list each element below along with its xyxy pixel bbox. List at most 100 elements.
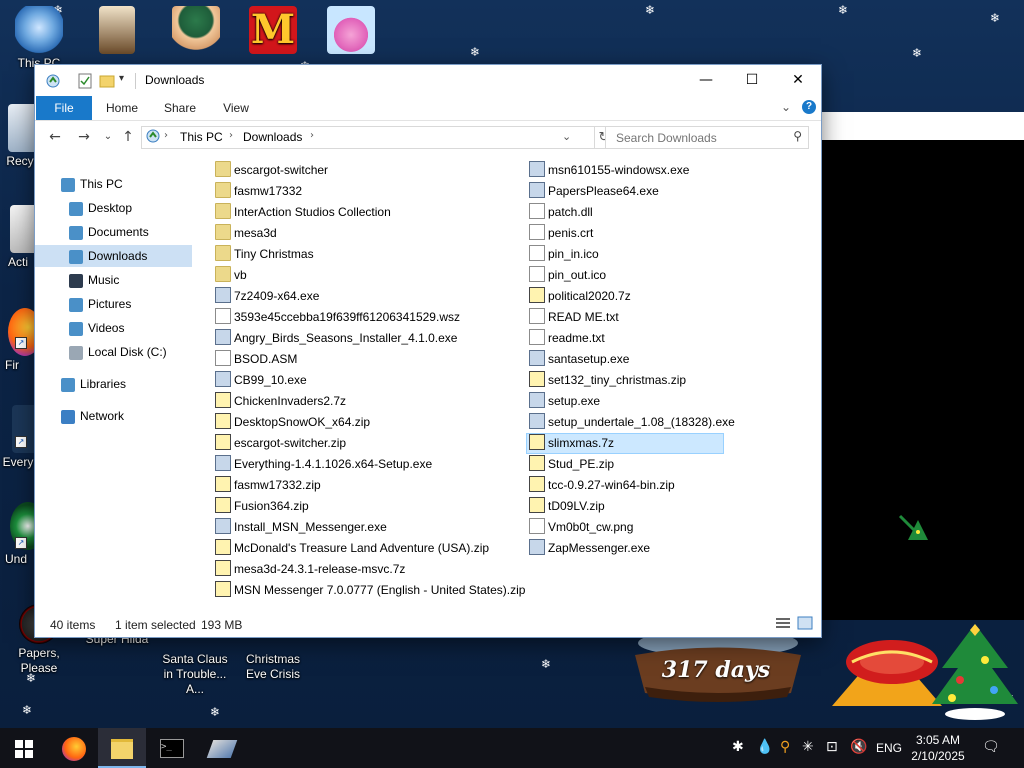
file-item[interactable]: PapersPlease64.exe [527,182,659,201]
title-bar[interactable]: ▾ Downloads — ☐ ✕ [35,65,821,96]
file-item[interactable]: ChickenInvaders2.7z [213,392,346,411]
breadcrumb-this-pc[interactable]: This PC [180,130,223,144]
file-item[interactable]: ZapMessenger.exe [527,539,650,558]
address-dropdown-icon[interactable]: ⌄ [562,130,571,143]
file-item[interactable]: penis.crt [527,224,593,243]
sidebar-item[interactable]: Desktop [69,197,132,219]
details-view-icon[interactable] [775,616,791,633]
expand-ribbon-icon[interactable]: ⌄ [781,100,791,114]
file-item[interactable]: 3593e45ccebba19f639ff61206341529.wsz [213,308,460,327]
file-item[interactable]: Stud_PE.zip [527,455,614,474]
file-item[interactable]: BSOD.ASM [213,350,297,369]
file-item[interactable]: pin_in.ico [527,245,599,264]
up-button[interactable]: ↑ [119,128,137,146]
file-item[interactable]: tcc-0.9.27-win64-bin.zip [527,476,675,495]
recent-locations-dropdown[interactable]: ⌄ [99,128,117,146]
desktop-icon-top-1[interactable] [78,6,156,56]
file-item[interactable]: Tiny Christmas [213,245,314,264]
desktop-icon-santa-claus[interactable]: Santa Claus in Trouble... A... [156,652,234,697]
file-item[interactable]: MSN Messenger 7.0.0777 (English - United… [213,581,525,600]
file-item[interactable]: fasmw17332.zip [213,476,321,495]
sidebar-item[interactable]: Network [61,405,124,427]
file-item[interactable]: pin_out.ico [527,266,606,285]
tray-network-icon[interactable]: ✱ [732,739,744,755]
pictures-icon [69,297,83,312]
search-box[interactable]: ⚲ [605,126,809,149]
file-item[interactable]: mesa3d [213,224,277,243]
file-item[interactable]: setup_undertale_1.08_(18328).exe [527,413,735,432]
file-name: ChickenInvaders2.7z [234,394,347,408]
taskbar-command-prompt[interactable]: >_ [148,728,196,768]
file-item[interactable]: fasmw17332 [213,182,302,201]
help-icon[interactable]: ? [802,100,816,114]
back-button[interactable]: ← [46,128,64,146]
start-button[interactable] [0,728,48,768]
forward-button[interactable]: → [75,128,93,146]
notifications-icon[interactable]: 🗨 [982,739,1000,755]
language-indicator[interactable]: ENG [876,741,902,755]
file-item[interactable]: Everything-1.4.1.1026.x64-Setup.exe [213,455,432,474]
file-item[interactable]: escargot-switcher [213,161,328,180]
file-item[interactable]: political2020.7z [527,287,631,306]
maximize-button[interactable]: ☐ [729,65,775,96]
tray-connection-icon[interactable]: ⊡ [826,739,838,755]
file-item[interactable]: DesktopSnowOK_x64.zip [213,413,370,432]
file-item[interactable]: Angry_Birds_Seasons_Installer_4.1.0.exe [213,329,457,348]
file-item[interactable]: Fusion364.zip [213,497,309,516]
desktop-icon-top-4[interactable] [312,6,390,56]
file-item[interactable]: slimxmas.7z [526,433,724,454]
file-item[interactable]: vb [213,266,247,285]
tray-search-icon[interactable]: ⚲ [780,739,790,755]
tray-volume-muted-icon[interactable]: 🔇 [850,739,867,755]
file-item[interactable]: 7z2409-x64.exe [213,287,319,306]
desktop-icon-top-2[interactable] [157,6,235,56]
search-input[interactable] [614,127,788,148]
sidebar-item[interactable]: Pictures [69,293,131,315]
large-icons-view-icon[interactable] [797,616,813,633]
tab-view[interactable]: View [211,96,261,120]
new-folder-icon[interactable] [99,73,115,89]
file-item[interactable]: readme.txt [527,329,605,348]
file-item[interactable]: escargot-switcher.zip [213,434,346,453]
file-item[interactable]: santasetup.exe [527,350,629,369]
tab-home[interactable]: Home [97,96,147,120]
file-item[interactable]: InterAction Studios Collection [213,203,391,222]
folder-icon [215,161,231,177]
quick-access-dropdown-icon[interactable]: ▾ [119,73,124,89]
file-item[interactable]: Install_MSN_Messenger.exe [213,518,387,537]
sidebar-item[interactable]: This PC [61,173,123,195]
file-item[interactable]: patch.dll [527,203,593,222]
file-item[interactable]: Vm0b0t_cw.png [527,518,633,537]
file-item[interactable]: CB99_10.exe [213,371,307,390]
file-item[interactable]: tD09LV.zip [527,497,605,516]
tab-share[interactable]: Share [155,96,205,120]
desktop-icon-christmas-eve-crisis[interactable]: Christmas Eve Crisis [234,652,312,682]
address-bar[interactable]: › This PC › Downloads › ⌄ [141,126,595,149]
properties-icon[interactable] [77,73,93,89]
file-item[interactable]: McDonald's Treasure Land Adventure (USA)… [213,539,489,558]
breadcrumb-downloads[interactable]: Downloads [243,130,302,144]
close-button[interactable]: ✕ [775,65,821,96]
sidebar-item[interactable]: Documents [69,221,149,243]
taskbar-file-explorer[interactable] [98,728,146,768]
sidebar-item[interactable]: Local Disk (C:) [69,341,167,363]
sidebar-item[interactable]: Videos [69,317,124,339]
desktop-icon-this-pc[interactable]: This PC [0,6,78,71]
tray-drop-icon[interactable]: 💧 [756,739,773,755]
sidebar-item[interactable]: Libraries [61,373,126,395]
navigation-pane: This PC Desktop Documents Downloads Music Pic… [35,161,205,611]
desktop-icon-top-3[interactable]: M [234,6,312,56]
sidebar-item[interactable]: Downloads [35,245,192,267]
file-item[interactable]: msn610155-windowsx.exe [527,161,689,180]
taskbar-firefox[interactable] [50,728,98,768]
taskbar-app[interactable] [198,728,246,768]
file-item[interactable]: mesa3d-24.3.1-release-msvc.7z [213,560,405,579]
tray-snowflake-icon[interactable]: ✳ [802,739,814,755]
clock[interactable]: 3:05 AM 2/10/2025 [902,732,974,764]
minimize-button[interactable]: — [683,65,729,96]
file-item[interactable]: READ ME.txt [527,308,619,327]
sidebar-item[interactable]: Music [69,269,119,291]
tab-file[interactable]: File [36,96,92,120]
file-item[interactable]: setup.exe [527,392,600,411]
file-item[interactable]: set132_tiny_christmas.zip [527,371,686,390]
